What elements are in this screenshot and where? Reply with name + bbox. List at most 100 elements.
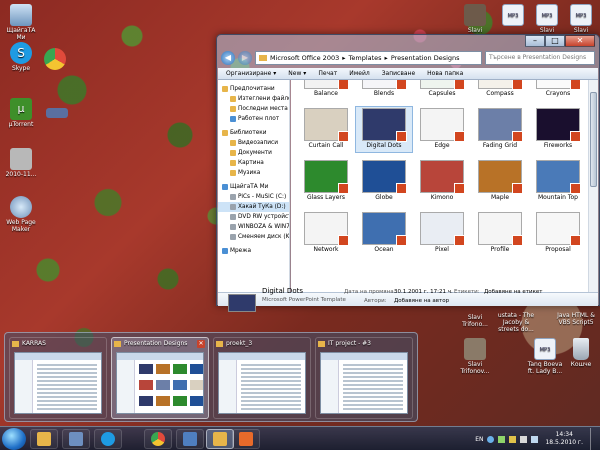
taskbar-skype[interactable]	[94, 429, 122, 449]
tray-icon[interactable]	[509, 435, 517, 443]
close-button[interactable]: ✕	[565, 35, 595, 47]
desktop-icon-recycle-bin[interactable]: Кошче	[564, 338, 598, 368]
tray-icon[interactable]	[487, 435, 495, 443]
template-thumbnail[interactable]: Ocean	[355, 210, 413, 257]
template-thumbnail[interactable]: Pixel	[413, 210, 471, 257]
template-thumbnail[interactable]: Glass Layers	[297, 158, 355, 205]
taskbar-app[interactable]	[62, 429, 90, 449]
desktop-icon-skype[interactable]: S Skype	[4, 42, 38, 72]
tags-value[interactable]: Добавяне на етикет	[484, 289, 543, 295]
template-thumbnail[interactable]: Blends	[355, 80, 413, 101]
show-desktop-button[interactable]	[590, 428, 598, 450]
vertical-scrollbar[interactable]	[588, 80, 598, 292]
template-thumbnail[interactable]: Fading Grid	[471, 106, 529, 153]
command-new-folder[interactable]: Нова папка	[427, 70, 463, 77]
window-preview-image	[218, 352, 306, 414]
close-preview-button[interactable]: ✕	[197, 340, 205, 348]
desktop-icon-app[interactable]	[40, 108, 74, 119]
desktop-icon-mp3[interactable]: MP3 Tanq Boeva ft. Lady B...	[526, 338, 564, 375]
address-bar[interactable]: Microsoft Office 2003 ▸ Templates ▸ Presen…	[255, 51, 482, 65]
desktop-icon-avatar[interactable]: Slavi	[458, 4, 492, 34]
window-preview[interactable]: IT project - #3	[315, 337, 413, 419]
volume-icon[interactable]	[520, 435, 528, 443]
tray-icon[interactable]	[498, 435, 506, 443]
forward-button[interactable]: ▶	[238, 51, 252, 65]
template-thumbnail[interactable]: Network	[297, 210, 355, 257]
command-organize[interactable]: Организиране ▾	[226, 70, 276, 77]
template-thumbnail[interactable]: Fireworks	[529, 106, 587, 153]
taskbar-media[interactable]	[232, 429, 260, 449]
desktop-icon-file[interactable]: 2010-11...	[4, 148, 38, 178]
nav-item[interactable]: Мрежа	[218, 246, 289, 256]
desktop-icon-utorrent[interactable]: µ µTorrent	[4, 98, 38, 128]
nav-item[interactable]: ЩайгаТА Ми	[218, 182, 289, 192]
thumbnail-label: Crayons	[545, 90, 571, 97]
nav-item[interactable]: Библиотеки	[218, 128, 289, 138]
breadcrumb-item[interactable]: Microsoft Office 2003	[270, 54, 339, 62]
template-thumbnail[interactable]: Proposal	[529, 210, 587, 257]
powerpoint-template-icon	[420, 212, 465, 246]
selected-file-type: Microsoft PowerPoint Template	[262, 297, 346, 303]
nav-item[interactable]: Предпочитани	[218, 84, 289, 94]
template-thumbnail[interactable]: Edge	[413, 106, 471, 153]
author-value[interactable]: Добавяне на автор	[394, 298, 449, 304]
template-thumbnail[interactable]: Kimono	[413, 158, 471, 205]
window-preview[interactable]: KARRAS	[9, 337, 107, 419]
template-thumbnail[interactable]: Globe	[355, 158, 413, 205]
explorer-window[interactable]: – □ ✕ ◀ ▶ Microsoft Office 2003 ▸ Templat…	[216, 34, 600, 312]
nav-item[interactable]: Видеозаписи	[218, 138, 289, 148]
search-input[interactable]: Търсене в Presentation Designs	[485, 51, 595, 65]
desktop-icon-mp3[interactable]: MP3 Slavi	[564, 4, 598, 34]
nav-item[interactable]: DVD RW устройст...	[218, 212, 289, 222]
desktop-icon-photo[interactable]: Slavi Trifonov...	[456, 338, 494, 375]
command-new[interactable]: New ▾	[288, 70, 306, 77]
thumbnail-label: Edge	[434, 142, 450, 149]
file-grid: Balance Blends Capsules Compass Crayons Curta…	[291, 80, 589, 292]
back-button[interactable]: ◀	[221, 51, 235, 65]
window-preview[interactable]: proekt_3	[213, 337, 311, 419]
template-thumbnail[interactable]: Digital Dots	[355, 106, 413, 153]
maximize-button[interactable]: □	[545, 35, 565, 47]
template-thumbnail[interactable]: Balance	[297, 80, 355, 101]
nav-item[interactable]: Музика	[218, 168, 289, 178]
powerpoint-template-icon	[420, 160, 465, 194]
nav-item[interactable]: Документи	[218, 148, 289, 158]
nav-item[interactable]: WINBOZA & WIN7 (...	[218, 222, 289, 232]
template-thumbnail[interactable]: Capsules	[413, 80, 471, 101]
nav-item[interactable]: Картина	[218, 158, 289, 168]
window-preview[interactable]: Presentation Designs ✕	[111, 337, 209, 419]
template-thumbnail[interactable]: Mountain Top	[529, 158, 587, 205]
nav-item[interactable]: Изтеглени файлове	[218, 94, 289, 104]
nav-item[interactable]: Хакай ТуКа (D:)	[218, 202, 289, 212]
nav-item[interactable]: PiCs - MuSiC (C:)	[218, 192, 289, 202]
nav-item[interactable]: Сменяем диск (K:)	[218, 232, 289, 242]
desktop-icon-mp3[interactable]: MP3 Slavi	[530, 4, 564, 34]
template-thumbnail[interactable]: Compass	[471, 80, 529, 101]
template-thumbnail[interactable]: Curtain Call	[297, 106, 355, 153]
taskbar-chrome[interactable]	[144, 429, 172, 449]
desktop-icon-mp3[interactable]: MP3	[496, 4, 530, 27]
nav-item[interactable]: Последни места	[218, 104, 289, 114]
taskbar-explorer[interactable]	[30, 429, 58, 449]
language-indicator[interactable]: EN	[475, 436, 483, 443]
desktop-icon-webpagemaker[interactable]: Web Page Maker	[4, 196, 38, 233]
desktop-icon-chrome[interactable]	[38, 48, 72, 71]
network-icon[interactable]	[531, 435, 539, 443]
minimize-button[interactable]: –	[525, 35, 545, 47]
scrollbar-thumb[interactable]	[590, 92, 597, 187]
start-button[interactable]	[2, 428, 26, 450]
breadcrumb-item[interactable]: Templates	[349, 54, 382, 62]
desktop-icon-computer[interactable]: ЩайгаТА Ми	[4, 4, 38, 41]
clock-date: 18.5.2010 г.	[545, 439, 583, 446]
command-email[interactable]: Имейл	[349, 70, 369, 77]
taskbar-folder-group[interactable]	[206, 429, 234, 449]
taskbar-app-2[interactable]	[176, 429, 204, 449]
template-thumbnail[interactable]: Maple	[471, 158, 529, 205]
breadcrumb-item[interactable]: Presentation Designs	[391, 54, 460, 62]
command-print[interactable]: Печат	[318, 70, 337, 77]
clock[interactable]: 14:34 18.5.2010 г.	[542, 431, 586, 447]
nav-item[interactable]: Работен плот	[218, 114, 289, 124]
template-thumbnail[interactable]: Crayons	[529, 80, 587, 101]
command-burn[interactable]: Записване	[382, 70, 415, 77]
template-thumbnail[interactable]: Profile	[471, 210, 529, 257]
